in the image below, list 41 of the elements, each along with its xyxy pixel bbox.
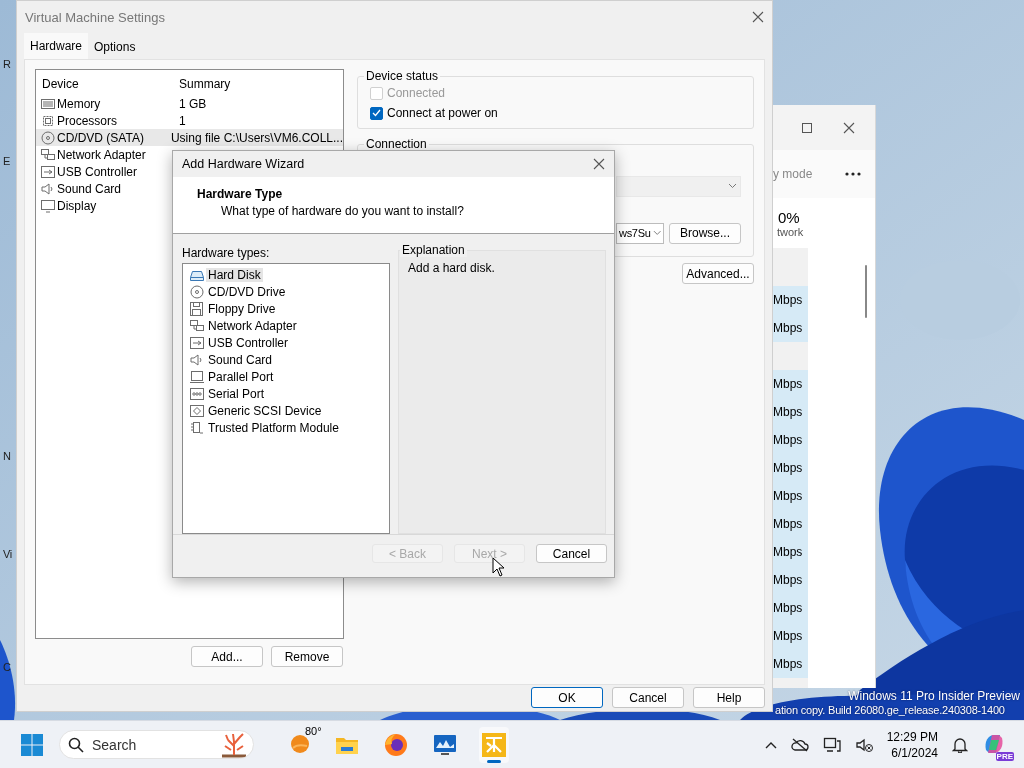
table-cell: Mbps — [773, 538, 808, 566]
watermark-text: ation copy. Build 26080.ge_release.240308-1400 — [775, 704, 1005, 716]
device-name: Sound Card — [57, 181, 122, 196]
table-cell: Mbps — [773, 426, 808, 454]
list-label: Hardware types: — [182, 245, 271, 262]
table-cell: Mbps — [773, 622, 808, 650]
group-label: Explanation — [400, 243, 467, 257]
column-header: Device — [42, 77, 80, 91]
table-cell: Mbps — [773, 370, 808, 398]
group-label: Device status — [365, 69, 440, 83]
column-header: Summary — [179, 77, 231, 91]
dialog-title: Add Hardware Wizard — [182, 157, 305, 171]
checkbox-label: Connected — [387, 86, 446, 100]
device-name: Memory — [57, 96, 101, 111]
device-summary: Using file C:\Users\VM6.COLL... — [170, 130, 343, 145]
stat-value: 0% — [777, 208, 801, 226]
table-cell: Mbps — [773, 482, 808, 510]
device-name: Display — [57, 198, 97, 213]
table-cell: Mbps — [773, 650, 808, 678]
table-cell: Mbps — [773, 398, 808, 426]
device-name: USB Controller — [57, 164, 138, 179]
checkbox-label: Connect at power on — [387, 106, 498, 120]
window-title: Virtual Machine Settings — [25, 9, 165, 25]
table-cell: Mbps — [773, 314, 808, 342]
header-subtitle: What type of hardware do you want to install? — [220, 204, 465, 218]
device-name: CD/DVD (SATA) — [57, 130, 144, 145]
table-cell: Mbps — [773, 594, 808, 622]
explanation-text: Add a hard disk. — [408, 261, 496, 275]
group-label: Connection — [365, 137, 428, 151]
badge-text: PRE — [995, 751, 1014, 761]
watermark-text: Windows 11 Pro Insider Preview — [848, 689, 1020, 703]
table-cell: Mbps — [773, 454, 808, 482]
table-cell: Mbps — [773, 286, 808, 314]
table-cell: Mbps — [773, 566, 808, 594]
device-summary: 1 GB — [179, 96, 207, 111]
table-cell: Mbps — [773, 510, 808, 538]
device-name: Processors — [57, 113, 118, 128]
device-name: Network Adapter — [57, 147, 146, 162]
temperature-text: 80° — [305, 724, 322, 737]
header-title: Hardware Type — [197, 187, 284, 201]
device-summary: 1 — [179, 113, 186, 128]
